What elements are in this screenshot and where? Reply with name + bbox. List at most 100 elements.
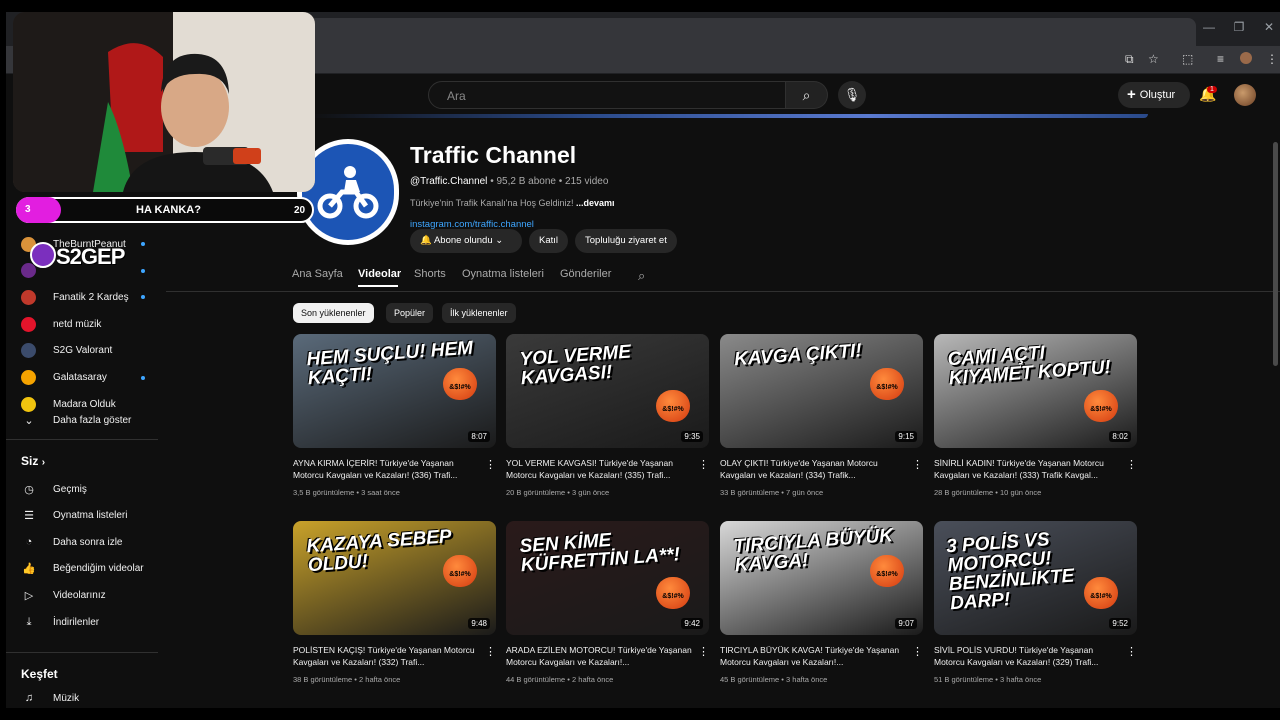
upload-age: 3 saat önce	[361, 488, 400, 497]
chip-oldest[interactable]: İlk yüklenenler	[442, 303, 516, 323]
video-title[interactable]: ARADA EZİLEN MOTORCU! Türkiye'de Yaşanan…	[506, 644, 696, 668]
video-thumbnail[interactable]: KAVGA ÇIKTI! &$!#% 9:15	[720, 334, 923, 448]
profile-avatar-icon[interactable]	[1240, 52, 1252, 64]
subscriber-count: 95,2 B abone	[496, 176, 556, 187]
install-app-icon[interactable]: ⧉	[1125, 52, 1134, 67]
sidebar-subscription-item[interactable]: netd müzik	[21, 313, 161, 335]
notification-badge: 1	[1207, 86, 1217, 93]
more-actions-icon[interactable]: ⋮	[1126, 458, 1137, 471]
new-content-dot	[141, 375, 145, 380]
sidebar-item-watch-later[interactable]: ◔ Daha sonra izle	[21, 531, 161, 553]
angry-emoji-icon: &$!#%	[1084, 577, 1118, 609]
new-content-dot	[141, 268, 145, 273]
video-title[interactable]: YOL VERME KAVGASI! Türkiye'de Yaşanan Mo…	[506, 457, 696, 481]
minimize-icon[interactable]: —	[1194, 20, 1224, 34]
join-button[interactable]: Katıl	[529, 229, 569, 253]
more-actions-icon[interactable]: ⋮	[698, 645, 709, 658]
more-actions-icon[interactable]: ⋮	[485, 458, 496, 471]
video-thumbnail[interactable]: YOL VERME KAVGASI! &$!#% 9:35	[506, 334, 709, 448]
tab-playlists[interactable]: Oynatma listeleri	[462, 268, 544, 280]
emoji-text: &$!#%	[1090, 593, 1112, 600]
tab-videos[interactable]: Videolar	[358, 268, 401, 280]
tab-posts[interactable]: Gönderiler	[560, 268, 611, 280]
angry-emoji-icon: &$!#%	[656, 577, 690, 609]
video-title[interactable]: SİVİL POLİS VURDU! Türkiye'de Yaşanan Mo…	[934, 644, 1124, 668]
video-thumbnail[interactable]: CAMI AÇTI KIYAMET KOPTU! &$!#% 8:02	[934, 334, 1137, 448]
search-input[interactable]: Ara	[428, 81, 786, 109]
emoji-text: &$!#%	[1090, 406, 1112, 413]
video-count: 215 video	[565, 176, 609, 187]
more-actions-icon[interactable]: ⋮	[1126, 645, 1137, 658]
page-scrollbar[interactable]	[1273, 142, 1278, 366]
sidebar-item-playlists[interactable]: ☰ Oynatma listeleri	[21, 505, 161, 527]
channel-avatar	[21, 316, 36, 332]
more-actions-icon[interactable]: ⋮	[698, 458, 709, 471]
restore-icon[interactable]: ❐	[1224, 20, 1254, 34]
sidebar-item-downloads[interactable]: ⤓ İndirilenler	[21, 611, 161, 633]
emoji-text: &$!#%	[662, 406, 684, 413]
upload-age: 10 gün önce	[1000, 488, 1042, 497]
video-title[interactable]: TIRCIYLA BÜYÜK KAVGA! Türkiye'de Yaşanan…	[720, 644, 910, 668]
close-icon[interactable]: ✕	[1254, 20, 1280, 34]
sidebar-item-liked[interactable]: 👍 Beğendiğim videolar	[21, 558, 161, 580]
sidebar-item-history[interactable]: ◷ Geçmiş	[21, 478, 161, 500]
more-actions-icon[interactable]: ⋮	[912, 458, 923, 471]
subscribed-button[interactable]: 🔔 Abone olundu ⌄	[410, 229, 522, 253]
upload-age: 3 hafta önce	[786, 675, 828, 684]
video-title[interactable]: POLİSTEN KAÇIŞ! Türkiye'de Yaşanan Motor…	[293, 644, 483, 668]
extensions-icon[interactable]: ⬚	[1182, 52, 1193, 66]
sidebar-subscription-item[interactable]: Fanatik 2 Kardeş	[21, 286, 161, 308]
browser-tab[interactable]	[306, 18, 1196, 46]
voice-search-button[interactable]: 🎙	[838, 81, 866, 109]
video-title[interactable]: OLAY ÇIKTI! Türkiye'de Yaşanan Motorcu K…	[720, 457, 910, 481]
video-meta: 20 B görüntüleme • 3 gün önce	[506, 488, 610, 497]
create-button[interactable]: + Oluştur	[1118, 82, 1190, 108]
you-section-header[interactable]: Siz ›	[21, 454, 45, 468]
s2gep-logo: S2GEP	[30, 240, 125, 270]
angry-emoji-icon: &$!#%	[1084, 390, 1118, 422]
streamer-image	[13, 12, 315, 192]
emoji-text: &$!#%	[876, 384, 898, 391]
channel-banner	[310, 114, 1148, 118]
account-avatar[interactable]	[1234, 84, 1256, 106]
sidebar-subscription-item[interactable]: S2G Valorant	[21, 340, 161, 362]
sidebar-item-music[interactable]: ♫ Müzik	[21, 687, 161, 708]
more-link[interactable]: ...devamı	[576, 198, 615, 208]
sidebar-item-label: Geçmiş	[53, 483, 87, 495]
thumbnail-caption: YOL VERME KAVGASI!	[518, 341, 632, 390]
video-thumbnail[interactable]: TIRCIYLA BÜYÜK KAVGA! &$!#% 9:07	[720, 521, 923, 635]
tab-home[interactable]: Ana Sayfa	[292, 268, 343, 280]
angry-emoji-icon: &$!#%	[870, 368, 904, 400]
new-content-dot	[141, 295, 145, 300]
chip-popular[interactable]: Popüler	[386, 303, 434, 323]
video-title[interactable]: AYNA KIRMA İÇERİR! Türkiye'de Yaşanan Mo…	[293, 457, 483, 481]
more-actions-icon[interactable]: ⋮	[912, 645, 923, 658]
video-title[interactable]: SİNİRLİ KADIN! Türkiye'de Yaşanan Motorc…	[934, 457, 1124, 481]
search-icon: ⌕	[802, 87, 811, 103]
tab-shorts[interactable]: Shorts	[414, 268, 446, 280]
liked-icon: 👍	[22, 563, 36, 576]
tabs-divider	[166, 291, 1280, 292]
show-more-button[interactable]: ⌄ Daha fazla göster	[21, 409, 161, 431]
video-thumbnail[interactable]: SEN KİME KÜFRETTİN LA**! &$!#% 9:42	[506, 521, 709, 635]
media-icon[interactable]: ≡	[1217, 52, 1224, 66]
view-count: 33 B görüntüleme	[720, 488, 780, 497]
watch-later-icon: ◔	[25, 536, 33, 549]
channel-avatar	[21, 343, 36, 359]
browser-menu-icon[interactable]: ⋮	[1266, 52, 1278, 66]
channel-description[interactable]: Türkiye'nin Trafik Kanalı'na Hoş Geldini…	[410, 198, 615, 208]
video-meta: 45 B görüntüleme • 3 hafta önce	[720, 675, 828, 684]
community-button[interactable]: Topluluğu ziyaret et	[575, 229, 677, 253]
video-thumbnail[interactable]: HEM SUÇLU! HEM KAÇTI! &$!#% 8:07	[293, 334, 496, 448]
chip-latest[interactable]: Son yüklenenler	[293, 303, 374, 323]
bookmark-star-icon[interactable]: ☆	[1148, 52, 1159, 66]
logo-text: S2GEP	[56, 244, 125, 269]
channel-search-icon[interactable]: ⌕	[638, 268, 645, 284]
search-button[interactable]: ⌕	[786, 81, 828, 109]
sidebar-item-your-videos[interactable]: ▷ Videolarınız	[21, 584, 161, 606]
video-thumbnail[interactable]: KAZAYA SEBEP OLDU! &$!#% 9:48	[293, 521, 496, 635]
sidebar-subscription-item[interactable]: Galatasaray	[21, 367, 161, 389]
video-meta: 3,5 B görüntüleme • 3 saat önce	[293, 488, 400, 497]
video-thumbnail[interactable]: 3 POLİS VS MOTORCU! BENZİNLİKTE DARP! &$…	[934, 521, 1137, 635]
more-actions-icon[interactable]: ⋮	[485, 645, 496, 658]
